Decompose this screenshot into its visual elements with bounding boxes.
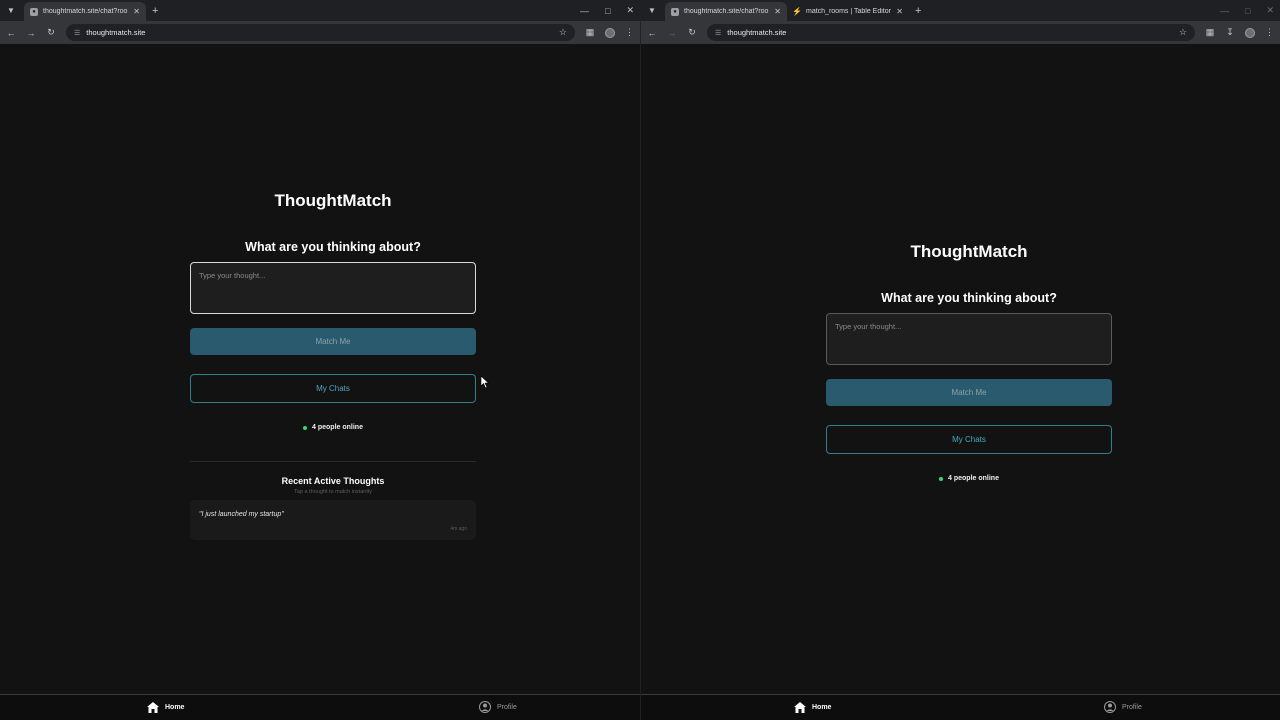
page-content: ThoughtMatch What are you thinking about… (0, 44, 640, 720)
nav-home-label: Home (165, 703, 185, 711)
minimize-icon[interactable]: — (1220, 6, 1229, 16)
tab-close-icon[interactable]: ✕ (774, 7, 781, 16)
nav-home[interactable]: Home (147, 701, 184, 713)
tab-search-icon[interactable]: ▼ (645, 4, 659, 18)
new-tab-icon[interactable]: + (152, 5, 158, 17)
url-text: thoughtmatch.site (727, 28, 787, 37)
site-favicon-icon: ● (30, 7, 38, 16)
recent-thoughts-subtitle: Tap a thought to match instantly (294, 489, 372, 495)
page-content: ThoughtMatch What are you thinking about… (641, 44, 1280, 720)
tab-search-icon[interactable]: ▼ (4, 4, 18, 18)
home-icon (147, 701, 159, 713)
browser-toolbar: ← → ↻ ☰ thoughtmatch.site ☆ ▦ ↧ ⋮ (641, 21, 1280, 44)
extensions-icon[interactable]: ▦ (585, 27, 595, 38)
tab-title: thoughtmatch.site/chat?room (43, 8, 129, 15)
supabase-favicon-icon: ⚡ (792, 7, 802, 16)
app-title: ThoughtMatch (274, 191, 392, 210)
forward-icon[interactable]: → (667, 28, 677, 38)
profile-icon (479, 701, 491, 713)
window-controls: — □ ✕ (580, 0, 634, 21)
nav-profile[interactable]: Profile (479, 701, 517, 713)
tab-thoughtmatch[interactable]: ● thoughtmatch.site/chat?room ✕ (24, 2, 146, 21)
online-count: 4 people online (948, 475, 999, 482)
download-icon[interactable]: ↧ (1225, 27, 1235, 38)
match-me-button[interactable]: Match Me (826, 379, 1112, 406)
thought-input[interactable] (826, 313, 1112, 365)
tab-strip: ▼ ● thoughtmatch.site/chat?room ✕ ⚡ matc… (641, 0, 1280, 21)
reload-icon[interactable]: ↻ (687, 27, 697, 38)
my-chats-button[interactable]: My Chats (826, 425, 1112, 454)
close-window-icon[interactable]: ✕ (626, 5, 634, 16)
nav-home-label: Home (812, 703, 832, 711)
online-dot-icon (939, 476, 944, 481)
mouse-cursor-icon (481, 376, 489, 388)
minimize-icon[interactable]: — (580, 6, 589, 16)
online-status: 4 people online (939, 475, 999, 482)
thought-time: 4m ago (450, 526, 467, 532)
url-text: thoughtmatch.site (86, 28, 146, 37)
tab-title: thoughtmatch.site/chat?room (684, 8, 770, 15)
window-controls: — □ ✕ (1220, 0, 1274, 21)
nav-profile-label: Profile (497, 703, 517, 711)
profile-avatar-icon[interactable] (605, 27, 615, 38)
menu-kebab-icon[interactable]: ⋮ (625, 27, 634, 38)
bookmark-star-icon[interactable]: ☆ (559, 27, 567, 38)
screen: ▼ ● thoughtmatch.site/chat?room ✕ + — □ … (0, 0, 1280, 720)
tab-close-icon[interactable]: ✕ (133, 7, 140, 16)
extensions-icon[interactable]: ▦ (1205, 27, 1215, 38)
app-title: ThoughtMatch (910, 242, 1028, 261)
profile-icon (1104, 701, 1116, 713)
back-icon[interactable]: ← (647, 28, 657, 38)
recent-thoughts-title: Recent Active Thoughts (281, 476, 385, 486)
online-dot-icon (303, 425, 308, 430)
address-bar[interactable]: ☰ thoughtmatch.site ☆ (707, 24, 1195, 41)
prompt-heading: What are you thinking about? (881, 291, 1057, 305)
tab-thoughtmatch[interactable]: ● thoughtmatch.site/chat?room ✕ (665, 2, 787, 21)
home-icon (794, 701, 806, 713)
nav-profile[interactable]: Profile (1104, 701, 1142, 713)
tab-close-icon[interactable]: ✕ (896, 7, 903, 16)
site-info-icon[interactable]: ☰ (715, 29, 721, 37)
address-bar[interactable]: ☰ thoughtmatch.site ☆ (66, 24, 575, 41)
site-info-icon[interactable]: ☰ (74, 29, 80, 37)
menu-kebab-icon[interactable]: ⋮ (1265, 27, 1274, 38)
right-browser-window: ▼ ● thoughtmatch.site/chat?room ✕ ⚡ matc… (640, 0, 1280, 720)
nav-home[interactable]: Home (794, 701, 831, 713)
tab-table-editor[interactable]: ⚡ match_rooms | Table Editor | Th ✕ (787, 2, 909, 21)
bookmark-star-icon[interactable]: ☆ (1179, 27, 1187, 38)
online-count: 4 people online (312, 424, 363, 431)
my-chats-button[interactable]: My Chats (190, 374, 476, 403)
reload-icon[interactable]: ↻ (46, 27, 56, 38)
new-tab-icon[interactable]: + (915, 5, 921, 17)
browser-toolbar: ← → ↻ ☰ thoughtmatch.site ☆ ▦ ⋮ (0, 21, 640, 44)
match-me-button[interactable]: Match Me (190, 328, 476, 355)
tab-title: match_rooms | Table Editor | Th (806, 8, 891, 15)
close-window-icon[interactable]: ✕ (1266, 5, 1274, 16)
nav-profile-label: Profile (1122, 703, 1142, 711)
section-divider (190, 461, 476, 462)
online-status: 4 people online (303, 424, 363, 431)
maximize-icon[interactable]: □ (1245, 6, 1250, 16)
left-browser-window: ▼ ● thoughtmatch.site/chat?room ✕ + — □ … (0, 0, 640, 720)
back-icon[interactable]: ← (6, 28, 16, 38)
maximize-icon[interactable]: □ (605, 6, 610, 16)
thought-input[interactable] (190, 262, 476, 314)
prompt-heading: What are you thinking about? (245, 240, 421, 254)
tab-strip: ▼ ● thoughtmatch.site/chat?room ✕ + — □ … (0, 0, 640, 21)
thought-text: "I just launched my startup" (199, 511, 284, 518)
bottom-nav: Home Profile (0, 694, 640, 720)
forward-icon[interactable]: → (26, 28, 36, 38)
main-panel: ThoughtMatch What are you thinking about… (190, 191, 476, 540)
thought-card[interactable]: "I just launched my startup" 4m ago (190, 500, 476, 540)
main-panel: ThoughtMatch What are you thinking about… (826, 242, 1112, 482)
site-favicon-icon: ● (671, 7, 679, 16)
bottom-nav: Home Profile (641, 694, 1280, 720)
profile-avatar-icon[interactable] (1245, 27, 1255, 38)
